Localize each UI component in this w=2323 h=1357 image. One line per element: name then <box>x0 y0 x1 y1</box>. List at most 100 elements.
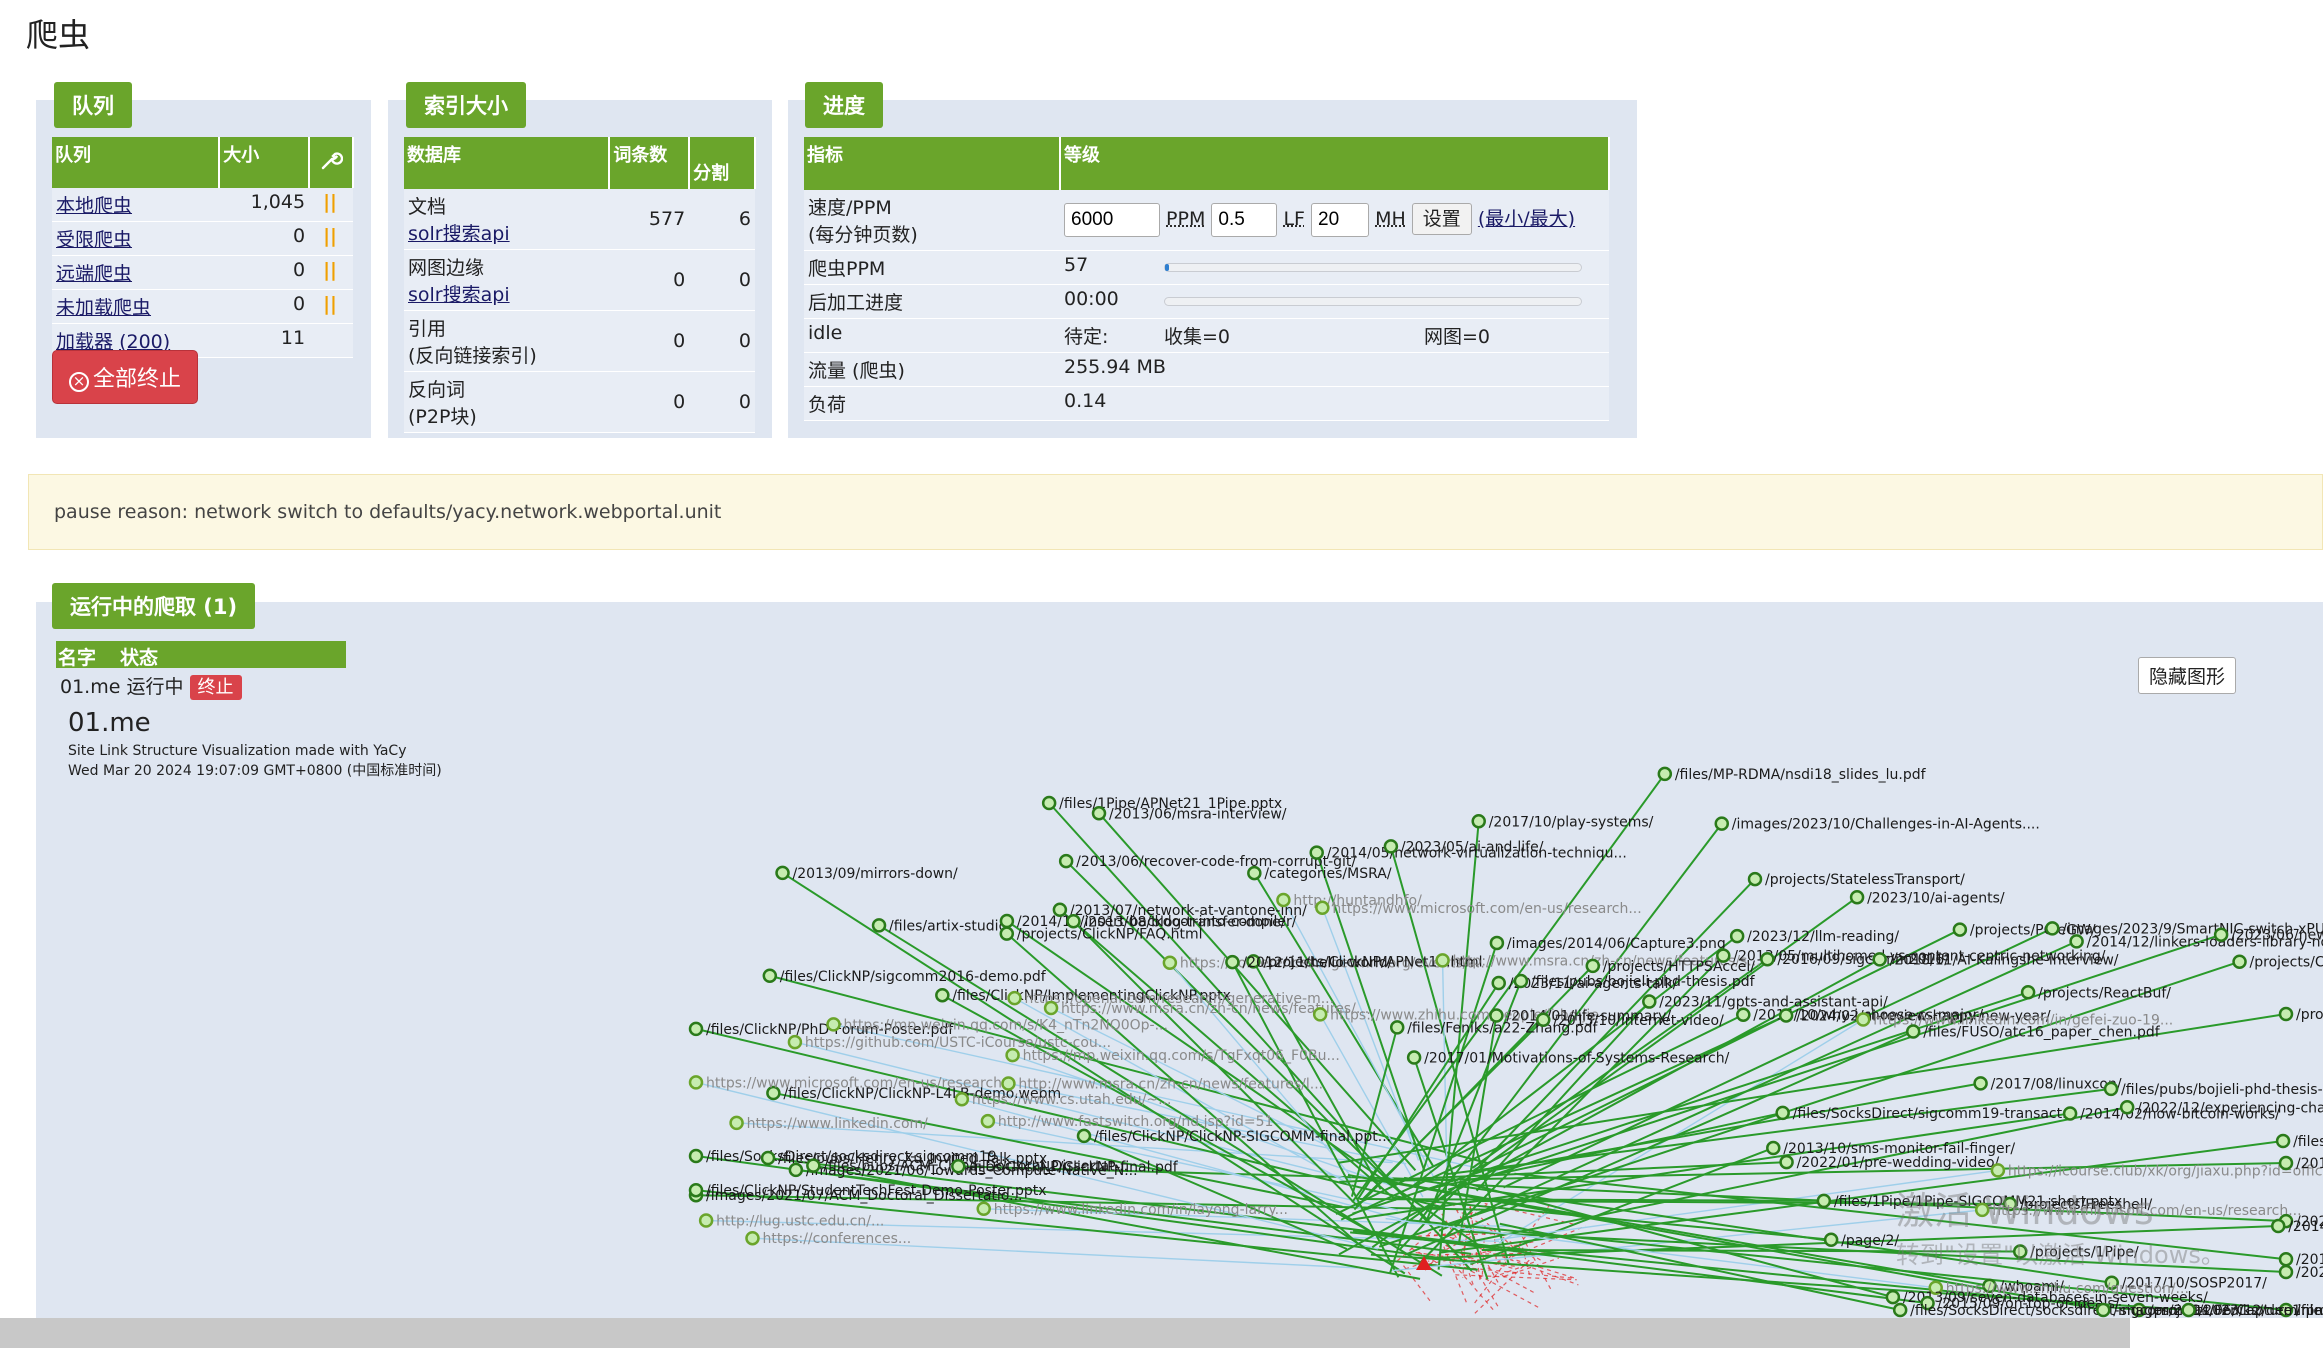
graph-node[interactable] <box>1435 953 1450 968</box>
mh-input[interactable] <box>1311 203 1370 237</box>
graph-node[interactable] <box>760 1150 776 1166</box>
graph-node[interactable] <box>1041 795 1057 811</box>
graph-node[interactable] <box>1406 1050 1422 1065</box>
graph-node[interactable] <box>1001 1076 1016 1091</box>
graph-node[interactable] <box>1892 1302 1908 1318</box>
graph-node[interactable] <box>1779 1154 1794 1170</box>
graph-node[interactable] <box>1309 845 1324 860</box>
graph-node[interactable] <box>2096 1302 2111 1318</box>
solr-api-link[interactable]: solr搜索api <box>408 280 605 307</box>
graph-node[interactable] <box>745 1230 760 1246</box>
pause-icon[interactable]: || <box>313 293 337 315</box>
graph-node[interactable] <box>1885 1289 1901 1305</box>
graph-node[interactable] <box>1816 1193 1832 1209</box>
graph-node[interactable] <box>762 968 778 984</box>
graph-node[interactable] <box>698 1213 714 1228</box>
graph-node[interactable] <box>688 1075 704 1090</box>
stop-all-button[interactable]: × 全部终止 <box>52 350 199 404</box>
queue-link-local[interactable]: 本地爬虫 <box>56 195 132 217</box>
queue-link-noload[interactable]: 未加载爬虫 <box>56 297 151 319</box>
graph-node[interactable] <box>688 1021 704 1037</box>
graph-node[interactable] <box>1225 954 1240 970</box>
set-button[interactable]: 设置 <box>1411 203 1472 235</box>
graph-node[interactable] <box>999 926 1015 941</box>
graph-node[interactable] <box>1952 922 1968 937</box>
graph-node[interactable] <box>2020 985 2036 1000</box>
graph-node[interactable] <box>871 918 887 933</box>
graph-node[interactable] <box>1383 839 1399 854</box>
graph-node[interactable] <box>1489 1008 1504 1023</box>
hide-graph-button[interactable]: 隐藏图形 <box>2138 657 2237 694</box>
graph-node[interactable] <box>1760 951 1775 967</box>
graph-node[interactable] <box>1491 975 1506 991</box>
graph-node[interactable] <box>2270 1218 2286 1234</box>
graph-node[interactable] <box>1716 948 1731 963</box>
lf-input[interactable] <box>1211 203 1278 237</box>
graph-node[interactable] <box>1389 1020 1405 1035</box>
graph-node[interactable] <box>1052 902 1068 918</box>
graph-node[interactable] <box>1823 1232 1839 1248</box>
graph-node[interactable] <box>1778 1008 1794 1023</box>
graph-node[interactable] <box>954 1091 970 1107</box>
graph-node[interactable] <box>980 1113 996 1129</box>
graph-node[interactable] <box>2119 1100 2135 1115</box>
graph-node[interactable] <box>1729 928 1745 944</box>
graph-node[interactable] <box>1247 865 1262 881</box>
pause-icon[interactable]: || <box>313 259 337 281</box>
queue-link-remote[interactable]: 远端爬虫 <box>56 263 132 285</box>
graph-node[interactable] <box>1005 1047 1020 1063</box>
graph-node[interactable] <box>1872 952 1887 967</box>
graph-node[interactable] <box>2232 954 2247 969</box>
graph-node[interactable] <box>1489 935 1505 951</box>
graph-node[interactable] <box>2278 1006 2294 1022</box>
graph-node[interactable] <box>1736 1007 1751 1022</box>
graph-node[interactable] <box>729 1115 744 1131</box>
graph-node[interactable] <box>2278 1264 2294 1280</box>
graph-node[interactable] <box>826 1017 841 1032</box>
graph-node[interactable] <box>1855 1012 1871 1027</box>
graph-node[interactable] <box>775 865 790 881</box>
graph-node[interactable] <box>1585 958 1601 974</box>
graph-node[interactable] <box>935 987 950 1003</box>
graph-node[interactable] <box>2213 927 2229 942</box>
graph-node[interactable] <box>787 1034 803 1050</box>
graph-node[interactable] <box>1973 1076 1988 1091</box>
graph-node[interactable] <box>951 1159 966 1174</box>
pause-icon[interactable]: || <box>313 191 337 213</box>
horizontal-scrollbar[interactable] <box>0 1318 2130 1348</box>
graph-node[interactable] <box>976 1201 991 1217</box>
graph-node[interactable] <box>1276 892 1291 908</box>
graph-node[interactable] <box>1849 890 1865 905</box>
graph-node[interactable] <box>1312 1007 1328 1022</box>
queue-link-limited[interactable]: 受限爬虫 <box>56 229 132 251</box>
graph-node[interactable] <box>1091 806 1107 821</box>
graph-node[interactable] <box>1162 955 1178 970</box>
graph-node[interactable] <box>1905 1024 1921 1039</box>
graph-node[interactable] <box>1043 1000 1059 1016</box>
graph-node[interactable] <box>688 1182 704 1198</box>
graph-node[interactable] <box>2045 921 2060 936</box>
graph-node[interactable] <box>2069 934 2084 949</box>
graph-node[interactable] <box>1076 1128 1092 1144</box>
graph-node[interactable] <box>1535 1012 1551 1028</box>
graph-node[interactable] <box>1315 900 1330 916</box>
graph-node[interactable] <box>1642 994 1657 1009</box>
graph-node[interactable] <box>806 1158 821 1173</box>
graph-node[interactable] <box>2181 1302 2196 1318</box>
graph-node[interactable] <box>2103 1081 2119 1097</box>
graph-node[interactable] <box>1471 814 1486 829</box>
graph-node[interactable] <box>1058 853 1074 869</box>
graph-node[interactable] <box>1775 1105 1790 1121</box>
wrench-icon[interactable] <box>309 137 354 188</box>
graph-node[interactable] <box>2278 1251 2294 1267</box>
graph-node[interactable] <box>2275 1133 2291 1149</box>
solr-api-link[interactable]: solr搜索api <box>408 219 605 246</box>
minmax-link[interactable]: (最小/最大) <box>1478 208 1575 230</box>
graph-node[interactable] <box>1657 766 1673 782</box>
graph-node[interactable] <box>1066 914 1081 929</box>
ppm-input[interactable] <box>1064 203 1160 237</box>
graph-node[interactable] <box>1747 871 1763 887</box>
graph-node[interactable] <box>1990 1163 2006 1178</box>
graph-node[interactable] <box>1007 990 1022 1006</box>
graph-node[interactable] <box>2062 1106 2078 1121</box>
